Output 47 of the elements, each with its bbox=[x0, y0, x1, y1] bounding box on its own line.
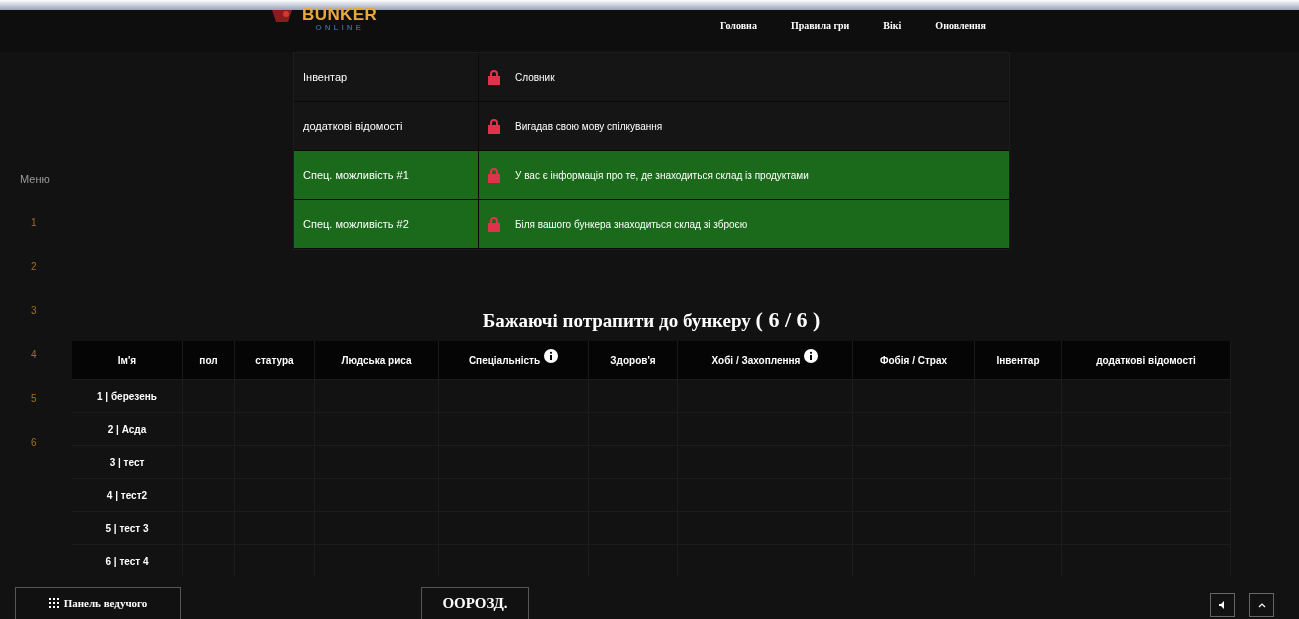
menu-title: Меню bbox=[20, 172, 51, 187]
nav-link[interactable]: Головна bbox=[720, 18, 757, 33]
trait-value: Словник bbox=[515, 70, 555, 85]
caret-up-icon bbox=[1257, 602, 1266, 608]
trait-label: Інвентар bbox=[294, 53, 479, 101]
trait-value: У вас є інформація про те, де знаходиться склад із продуктами bbox=[515, 168, 809, 183]
table-cell: 6 | тест 4 bbox=[72, 545, 183, 577]
logo-subtitle: ONLINE bbox=[315, 23, 364, 32]
nav-link[interactable]: Вікі bbox=[883, 18, 902, 33]
lock-icon bbox=[487, 216, 501, 232]
menu-item[interactable]: 3 bbox=[20, 304, 72, 348]
column-label: додаткові відомості bbox=[1096, 353, 1196, 368]
lock-icon bbox=[487, 167, 501, 183]
trait-label: додаткові відомості bbox=[294, 102, 479, 150]
lock-icon bbox=[487, 69, 501, 85]
grid-dots-icon bbox=[48, 598, 60, 609]
center-button[interactable]: ООРОЗД. bbox=[421, 587, 529, 619]
column-label: Ім'я bbox=[117, 353, 137, 368]
column-label: Фобія / Страх bbox=[879, 353, 948, 368]
nav-link[interactable]: Правила гри bbox=[790, 18, 850, 33]
menu-item[interactable]: 2 bbox=[20, 260, 72, 304]
info-icon[interactable] bbox=[544, 349, 559, 363]
trait-label: Спец. можливість #1 bbox=[294, 151, 479, 199]
scroll-up-button[interactable] bbox=[1249, 593, 1274, 617]
column-label: Людська риса bbox=[341, 353, 412, 368]
heading-text: Бажаючі потрапити до бункеру bbox=[482, 310, 751, 331]
nav-link[interactable]: Оновлення bbox=[935, 18, 986, 33]
speaker-icon bbox=[1218, 601, 1227, 609]
column-label: Здоров'я bbox=[610, 353, 656, 368]
info-icon[interactable] bbox=[804, 349, 819, 363]
column-label: пол bbox=[199, 353, 218, 368]
column-label: Хобі / Захоплення bbox=[711, 353, 801, 368]
column-label: Інвентар bbox=[996, 353, 1040, 368]
trait-value: Вигадав свою мову спілкування bbox=[515, 119, 663, 134]
trait-value: Біля вашого бункера знаходиться склад зі зброєю bbox=[515, 217, 748, 232]
menu-item[interactable]: 5 bbox=[20, 392, 72, 436]
host-panel-button[interactable]: Панель ведучого bbox=[15, 587, 181, 619]
sound-button[interactable] bbox=[1210, 593, 1235, 617]
trait-label: Спец. можливість #2 bbox=[294, 200, 479, 248]
menu-item[interactable]: 4 bbox=[20, 348, 72, 392]
player-count: ( 6 / 6 ) bbox=[755, 307, 821, 332]
column-label: Спеціальність bbox=[468, 353, 541, 368]
lock-icon bbox=[487, 118, 501, 134]
column-label: статура bbox=[255, 353, 294, 368]
menu-item[interactable]: 1 bbox=[20, 216, 72, 260]
menu-item[interactable]: 6 bbox=[20, 436, 72, 480]
logo-title: BUNKER bbox=[302, 7, 378, 23]
